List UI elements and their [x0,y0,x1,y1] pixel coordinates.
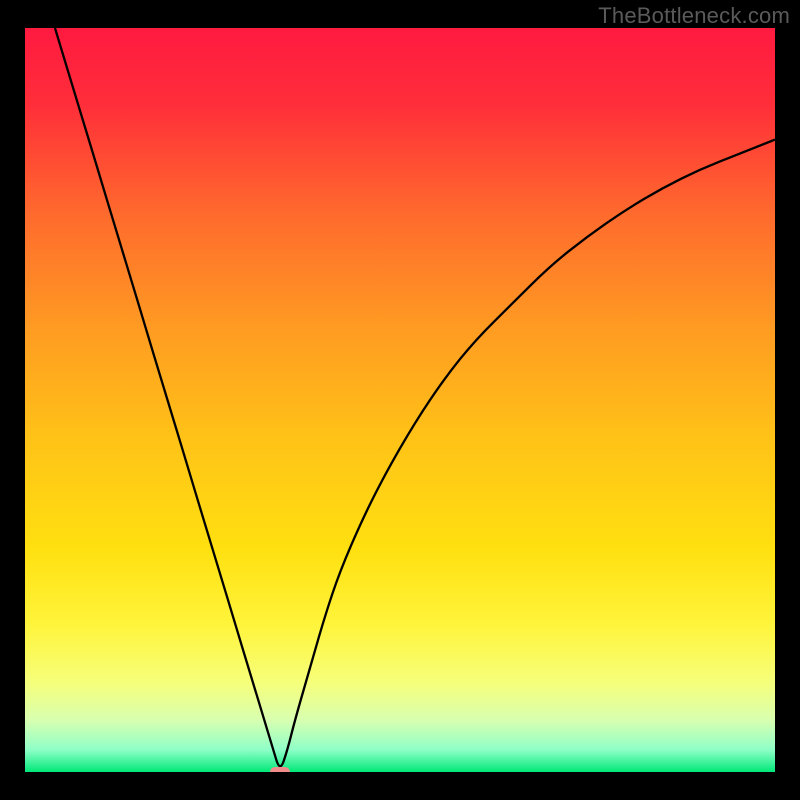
watermark-text: TheBottleneck.com [598,3,790,29]
minimum-marker [270,767,290,772]
chart-svg [25,28,775,772]
chart-plot-area [25,28,775,772]
chart-background [25,28,775,772]
